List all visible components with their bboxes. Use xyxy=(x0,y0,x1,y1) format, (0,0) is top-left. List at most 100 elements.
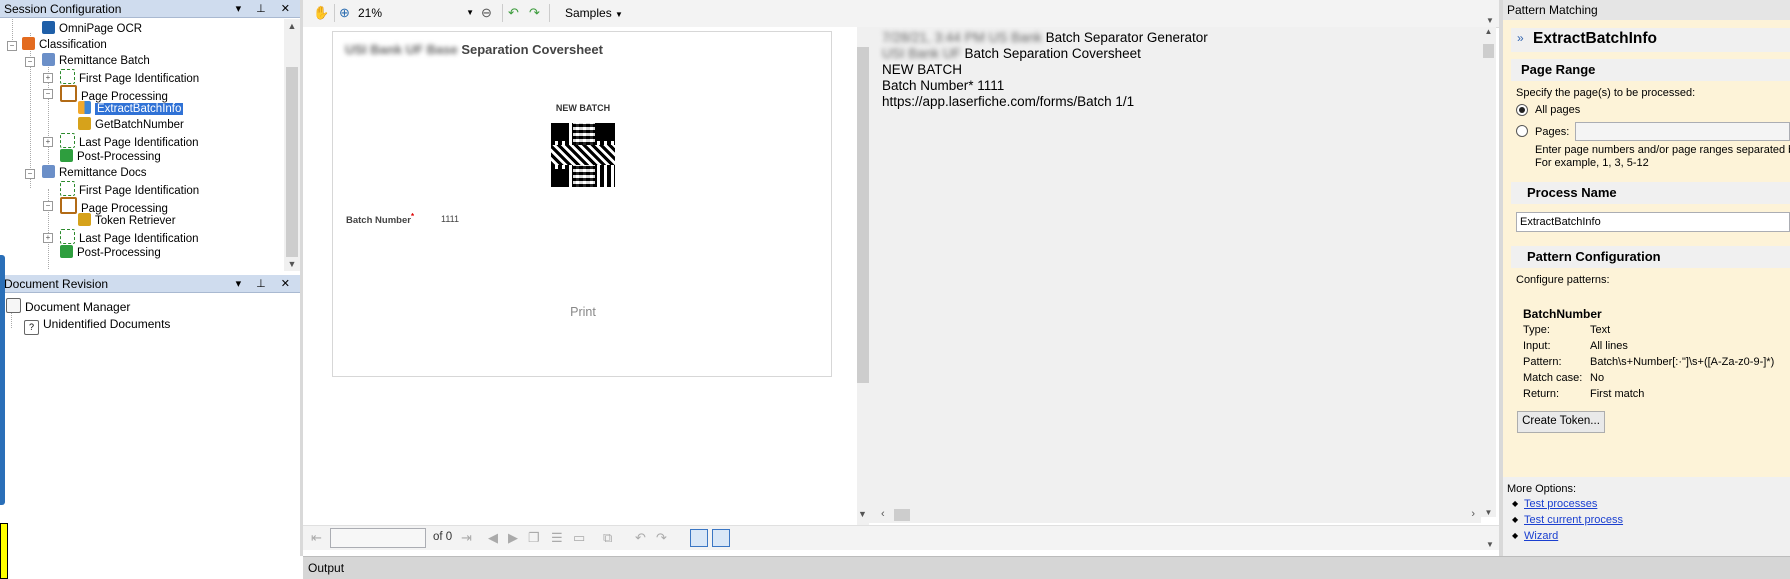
tree-item-first-page-identification[interactable]: First Page Identification xyxy=(60,69,199,85)
tree-item-last-page-identification[interactable]: Last Page Identification xyxy=(60,133,199,149)
expand-last-page-toggle[interactable]: + xyxy=(43,137,53,147)
tree-item-post-processing[interactable]: Post-Processing xyxy=(60,149,161,165)
document-class-icon xyxy=(42,165,55,178)
pages-radio[interactable] xyxy=(1516,125,1528,137)
expand-first-page-toggle[interactable]: + xyxy=(43,73,53,83)
ocr-text-pane[interactable]: 7/28/21, 3:44 PM US Bank Batch Separator… xyxy=(869,27,1481,517)
zoom-out-icon[interactable]: ⊖ xyxy=(481,4,492,22)
all-pages-radio[interactable] xyxy=(1516,104,1528,116)
bullet-icon: ◆ xyxy=(1512,515,1519,524)
pages-input[interactable] xyxy=(1575,122,1790,141)
page-count-label: of 0 xyxy=(433,531,453,543)
text-view-toggle-icon[interactable] xyxy=(712,529,730,547)
rotate-left-icon[interactable]: ↶ xyxy=(508,4,519,22)
scroll-thumb[interactable] xyxy=(857,47,869,383)
image-view-toggle-icon[interactable] xyxy=(690,529,708,547)
scroll-thumb[interactable] xyxy=(894,509,910,521)
collapse-page-processing-toggle[interactable]: − xyxy=(43,201,53,211)
test-processes-link[interactable]: Test processes xyxy=(1524,498,1597,510)
document-class-icon xyxy=(42,53,55,66)
viewer-toolbar: ✋ ⊕ 21% ▼ ⊖ ↶ ↷ Samples ▼ xyxy=(303,0,1499,28)
expand-last-page-toggle[interactable]: + xyxy=(43,233,53,243)
move-page-icon[interactable]: ⧉ xyxy=(603,529,612,547)
collapse-remittance-batch-toggle[interactable]: − xyxy=(25,57,35,67)
collapse-remittance-docs-toggle[interactable]: − xyxy=(25,169,35,179)
scroll-up-icon[interactable]: ▲ xyxy=(284,21,300,31)
scroll-up-icon[interactable]: ▲ xyxy=(1481,27,1496,36)
output-panel-tab[interactable]: Output xyxy=(303,556,1790,579)
pattern-input-value: All lines xyxy=(1590,340,1628,352)
page-number-input[interactable] xyxy=(330,528,426,548)
pan-hand-icon[interactable]: ✋ xyxy=(313,4,329,22)
next-page-icon[interactable]: ⇥ xyxy=(461,529,472,547)
tree-item-document-manager[interactable]: Document Manager xyxy=(6,298,130,314)
collapse-page-processing-toggle[interactable]: − xyxy=(43,89,53,99)
wizard-link[interactable]: Wizard xyxy=(1524,530,1558,542)
page-processing-icon xyxy=(60,197,77,214)
collapse-chevron-icon[interactable]: » xyxy=(1517,31,1524,45)
zoom-in-icon[interactable]: ⊕ xyxy=(339,4,350,22)
tree-item-classification[interactable]: Classification xyxy=(22,37,107,53)
page-range-desc: Specify the page(s) to be processed: xyxy=(1516,87,1696,99)
panel-controls[interactable]: ▾ ⊥ ✕ xyxy=(236,0,296,18)
process-name-section: Process Name xyxy=(1511,182,1790,204)
new-batch-label: NEW BATCH xyxy=(555,103,611,113)
tree-item-page-processing[interactable]: Page Processing xyxy=(60,85,168,103)
tree-item-first-page-identification[interactable]: First Page Identification xyxy=(60,181,199,197)
document-revision-title: Document Revision xyxy=(4,277,109,291)
tree-item-extract-batch-info[interactable]: ExtractBatchInfo xyxy=(78,101,184,117)
undo-icon[interactable]: ↶ xyxy=(635,529,646,547)
merge-page-icon[interactable]: ▭ xyxy=(573,529,585,547)
tree-item-remittance-batch[interactable]: Remittance Batch xyxy=(42,53,150,69)
pattern-input-key: Input: xyxy=(1523,340,1551,352)
tree-item-post-processing[interactable]: Post-Processing xyxy=(60,245,161,261)
ocr-hscrollbar[interactable]: ‹ › xyxy=(869,507,1481,523)
tree-item-token-retriever[interactable]: Token Retriever xyxy=(78,213,176,229)
split-page-icon[interactable]: ☰ xyxy=(551,529,563,547)
pattern-entry[interactable]: BatchNumber Type: Text Input: All lines … xyxy=(1516,305,1786,403)
scroll-right-icon[interactable]: › xyxy=(1471,508,1475,520)
arrow-left-icon[interactable]: ◀ xyxy=(488,529,498,547)
top-down-arrow-icon[interactable]: ▼ xyxy=(1486,16,1494,25)
viewer-down-arrow-icon[interactable]: ▼ xyxy=(858,509,867,519)
create-token-button[interactable]: Create Token... xyxy=(1517,411,1605,433)
unknown-document-icon: ? xyxy=(24,320,39,335)
scroll-thumb[interactable] xyxy=(1483,44,1494,58)
bottom-down-arrow-icon[interactable]: ▼ xyxy=(1486,540,1494,549)
copy-page-icon[interactable]: ❐ xyxy=(528,529,540,547)
ocr-line-5: https://app.laserfiche.com/forms/Batch 1… xyxy=(882,94,1135,109)
scroll-thumb[interactable] xyxy=(286,67,298,257)
pattern-match-case-key: Match case: xyxy=(1523,372,1583,384)
more-options-area: More Options: ◆ Test processes ◆ Test cu… xyxy=(1503,477,1790,556)
scroll-down-icon[interactable]: ▼ xyxy=(1481,508,1496,517)
redo-icon[interactable]: ↷ xyxy=(656,529,667,547)
session-tree-scrollbar[interactable]: ▲ ▼ xyxy=(284,19,300,271)
viewer-vscrollbar[interactable] xyxy=(857,27,869,527)
scroll-left-icon[interactable]: ‹ xyxy=(881,508,885,520)
process-name-input[interactable]: ExtractBatchInfo xyxy=(1516,212,1790,232)
samples-dropdown[interactable]: Samples ▼ xyxy=(565,4,623,22)
post-processing-icon xyxy=(60,245,73,258)
tree-item-omnipage-ocr[interactable]: OmniPage OCR xyxy=(42,21,142,37)
ocr-vscrollbar[interactable]: ▲ ▼ xyxy=(1481,27,1496,517)
coversheet-image: USI Bank UF Base Separation Coversheet N… xyxy=(332,31,832,377)
ocr-line-3: NEW BATCH xyxy=(882,62,962,77)
side-drawer-tab[interactable] xyxy=(0,255,5,505)
tree-item-get-batch-number[interactable]: GetBatchNumber xyxy=(78,117,184,133)
zoom-select[interactable]: 21% ▼ xyxy=(358,4,476,22)
tree-item-remittance-docs[interactable]: Remittance Docs xyxy=(42,165,147,181)
test-current-process-link[interactable]: Test current process xyxy=(1524,514,1623,526)
tree-item-page-processing[interactable]: Page Processing xyxy=(60,197,168,215)
pattern-matching-title: Pattern Matching xyxy=(1503,0,1790,20)
process-heading: ExtractBatchInfo xyxy=(1533,30,1658,47)
tree-item-unidentified-documents[interactable]: ? Unidentified Documents xyxy=(24,316,170,335)
pattern-type-key: Type: xyxy=(1523,324,1550,336)
arrow-right-icon[interactable]: ▶ xyxy=(508,529,518,547)
first-page-icon xyxy=(60,181,75,196)
tree-item-last-page-identification[interactable]: Last Page Identification xyxy=(60,229,199,245)
scroll-down-icon[interactable]: ▼ xyxy=(284,259,300,269)
rotate-right-icon[interactable]: ↷ xyxy=(529,4,540,22)
first-page-icon[interactable]: ⇤ xyxy=(311,529,322,547)
collapse-classification-toggle[interactable]: − xyxy=(7,41,17,51)
panel-controls[interactable]: ▾ ⊥ ✕ xyxy=(236,275,296,293)
